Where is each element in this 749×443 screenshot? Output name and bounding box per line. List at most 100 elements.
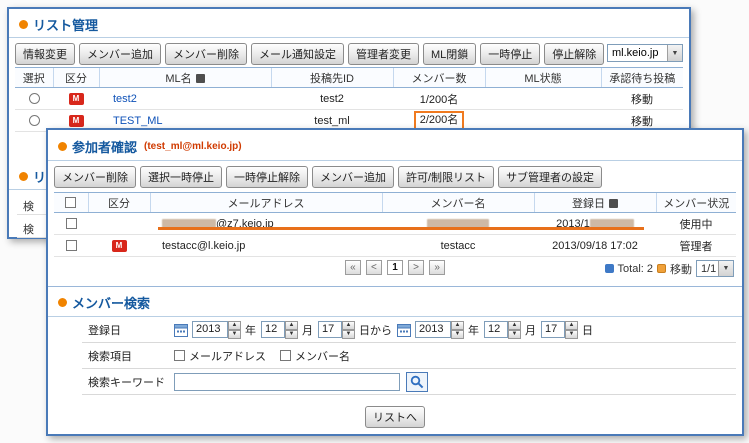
- pagination-bar: « < 1 > » Total: 2 移動 1/1 ▼: [54, 260, 736, 278]
- row-checkbox[interactable]: [66, 240, 77, 251]
- suspend-release-button[interactable]: 一時停止解除: [226, 166, 308, 188]
- select-radio[interactable]: [29, 93, 40, 104]
- month-to-input[interactable]: 12: [484, 321, 508, 338]
- member-add-button[interactable]: メンバー追加: [79, 43, 161, 65]
- chevron-down-icon: ▼: [718, 261, 733, 276]
- column-header-category: 区分: [108, 198, 130, 210]
- resume-button[interactable]: 停止解除: [544, 43, 604, 65]
- registered-date-label: 登録日: [82, 322, 174, 338]
- member-delete-button[interactable]: メンバー削除: [54, 166, 136, 188]
- stepper-up-icon[interactable]: ▲: [228, 321, 241, 330]
- search-keyword-input[interactable]: [174, 373, 400, 391]
- day-from-stepper[interactable]: ▲▼: [342, 321, 355, 338]
- suspend-button[interactable]: 一時停止: [480, 43, 540, 65]
- stepper-up-icon[interactable]: ▲: [451, 321, 464, 330]
- next-page-button[interactable]: >: [408, 260, 424, 275]
- year-to-stepper[interactable]: ▲▼: [451, 321, 464, 338]
- year-from-stepper[interactable]: ▲▼: [228, 321, 241, 338]
- stepper-down-icon[interactable]: ▼: [451, 330, 464, 339]
- member-delete-button[interactable]: メンバー削除: [165, 43, 247, 65]
- sub-admin-settings-button[interactable]: サブ管理者の設定: [498, 166, 602, 188]
- sort-icon[interactable]: [609, 199, 618, 208]
- section-bullet-icon: [19, 20, 28, 29]
- allow-restrict-list-button[interactable]: 許可/制限リスト: [398, 166, 494, 188]
- search-item-row: 検索項目 メールアドレス メンバー名: [82, 343, 736, 369]
- back-to-list-button[interactable]: リストへ: [365, 406, 425, 428]
- month-to-stepper[interactable]: ▲▼: [508, 321, 521, 338]
- day-from-input[interactable]: 17: [318, 321, 342, 338]
- search-email-checkbox[interactable]: [174, 350, 185, 361]
- search-item-label: 検索項目: [82, 348, 174, 364]
- year-to-input[interactable]: 2013: [415, 321, 451, 338]
- stepper-up-icon[interactable]: ▲: [285, 321, 298, 330]
- first-page-button[interactable]: «: [345, 260, 361, 275]
- stepper-up-icon[interactable]: ▲: [565, 321, 578, 330]
- month-unit: 月: [302, 322, 313, 338]
- member-table: 区分 メールアドレス メンバー名 登録日 メンバー状況 @z7.keio.jp …: [54, 192, 736, 257]
- chevron-down-icon: ▼: [667, 45, 682, 61]
- page-select[interactable]: 1/1 ▼: [696, 260, 734, 277]
- calendar-icon[interactable]: [397, 323, 411, 337]
- day-to-stepper[interactable]: ▲▼: [565, 321, 578, 338]
- domain-select[interactable]: ml.keio.jp ▼: [607, 44, 683, 62]
- day-to-input[interactable]: 17: [541, 321, 565, 338]
- list-management-header: リスト管理: [19, 15, 98, 34]
- day-from-unit: 日から: [359, 322, 392, 338]
- ml-name-link[interactable]: test2: [113, 93, 137, 105]
- stepper-up-icon[interactable]: ▲: [508, 321, 521, 330]
- stepper-down-icon[interactable]: ▼: [228, 330, 241, 339]
- stepper-down-icon[interactable]: ▼: [508, 330, 521, 339]
- pending-posts-value: 移動: [631, 94, 653, 106]
- section-bullet-icon: [58, 142, 67, 151]
- stepper-down-icon[interactable]: ▼: [342, 330, 355, 339]
- mail-notify-settings-button[interactable]: メール通知設定: [251, 43, 344, 65]
- ml-name-link[interactable]: TEST_ML: [113, 115, 163, 127]
- ml-badge-icon: M: [112, 240, 127, 252]
- column-header-email: メールアドレス: [228, 198, 305, 210]
- result-summary: Total: 2 移動 1/1 ▼: [605, 260, 734, 277]
- table-row: @z7.keio.jp 2013/1 使用中: [54, 213, 736, 235]
- ml-list-table: 選択 区分 ML名 投稿先ID メンバー数 ML状態 承認待ち投稿 M test…: [15, 67, 683, 132]
- year-from-input[interactable]: 2013: [192, 321, 228, 338]
- participant-title: 参加者確認: [72, 137, 137, 156]
- search-keyword-label: 検索キーワード: [82, 374, 174, 390]
- column-header-member-name: メンバー名: [431, 198, 486, 210]
- select-radio[interactable]: [29, 115, 40, 126]
- stepper-down-icon[interactable]: ▼: [565, 330, 578, 339]
- participant-header: 参加者確認 (test_ml@ml.keio.jp): [58, 137, 242, 156]
- select-suspend-button[interactable]: 選択一時停止: [140, 166, 222, 188]
- search-name-checkbox[interactable]: [280, 350, 291, 361]
- calendar-icon[interactable]: [174, 323, 188, 337]
- table-header-row: 区分 メールアドレス メンバー名 登録日 メンバー状況: [54, 193, 736, 213]
- info-change-button[interactable]: 情報変更: [15, 43, 75, 65]
- move-label: 移動: [670, 261, 692, 277]
- stepper-up-icon[interactable]: ▲: [342, 321, 355, 330]
- search-name-checkbox-label: メンバー名: [295, 348, 350, 364]
- member-add-button[interactable]: メンバー追加: [312, 166, 394, 188]
- divider: [9, 37, 689, 38]
- total-count: Total: 2: [618, 263, 653, 275]
- move-icon: [657, 264, 666, 273]
- month-from-input[interactable]: 12: [261, 321, 285, 338]
- post-id-value: test2: [320, 93, 344, 105]
- email-value: testacc@l.keio.jp: [162, 240, 245, 252]
- column-header-member-count: メンバー数: [412, 73, 467, 85]
- sort-icon[interactable]: [196, 74, 205, 83]
- member-count-value: 2/200名: [420, 114, 459, 126]
- table-header-row: 選択 区分 ML名 投稿先ID メンバー数 ML状態 承認待ち投稿: [15, 68, 683, 88]
- ml-close-button[interactable]: ML閉鎖: [423, 43, 476, 65]
- stepper-down-icon[interactable]: ▼: [285, 330, 298, 339]
- search-keyword-row: 検索キーワード: [82, 369, 736, 395]
- select-all-checkbox[interactable]: [65, 197, 76, 208]
- current-page-button[interactable]: 1: [387, 260, 403, 275]
- clipped-label: 検: [23, 224, 34, 236]
- list-toolbar: 情報変更 メンバー追加 メンバー削除 メール通知設定 管理者変更 ML閉鎖 一時…: [15, 43, 604, 65]
- pending-posts-value: 移動: [631, 116, 653, 128]
- prev-page-button[interactable]: <: [366, 260, 382, 275]
- last-page-button[interactable]: »: [429, 260, 445, 275]
- row-checkbox[interactable]: [66, 218, 77, 229]
- member-count-value: 1/200名: [420, 94, 459, 106]
- admin-change-button[interactable]: 管理者変更: [348, 43, 419, 65]
- month-from-stepper[interactable]: ▲▼: [285, 321, 298, 338]
- search-button[interactable]: [406, 372, 428, 392]
